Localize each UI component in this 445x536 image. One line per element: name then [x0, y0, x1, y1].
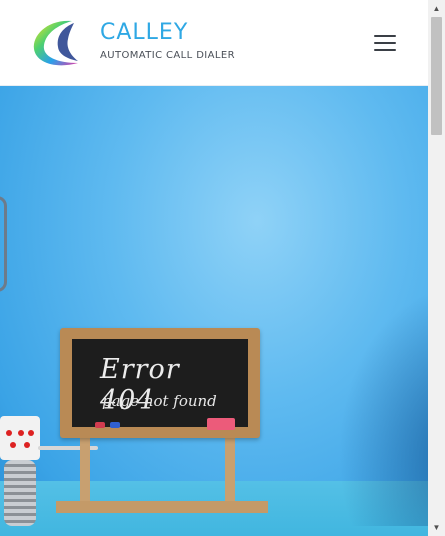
robot-rivet [28, 430, 34, 436]
chalk-piece [110, 422, 120, 428]
board-eraser [207, 418, 235, 430]
robot-rivet [6, 430, 12, 436]
wire-prop [0, 196, 7, 292]
robot-toy-head [0, 416, 40, 460]
hamburger-menu-icon[interactable] [370, 30, 400, 56]
menu-line [374, 42, 396, 44]
brand-name[interactable]: CALLEY [100, 20, 188, 45]
brand-tagline: AUTOMATIC CALL DIALER [100, 50, 235, 61]
error-404-hero-image: Error 404 page not found [0, 86, 428, 536]
chalk-piece [95, 422, 105, 428]
easel-crossbar [56, 501, 268, 513]
scroll-up-arrow-icon[interactable]: ▲ [428, 0, 445, 17]
menu-line [374, 35, 396, 37]
vertical-scrollbar[interactable]: ▲ ▼ [428, 0, 445, 536]
robot-rivet [18, 430, 24, 436]
menu-line [374, 49, 396, 51]
robot-toy-spring [4, 460, 36, 526]
easel-leg [80, 438, 90, 508]
robot-rivet [24, 442, 30, 448]
scrollbar-thumb[interactable] [431, 17, 442, 135]
easel-leg [225, 438, 235, 508]
scroll-down-arrow-icon[interactable]: ▼ [428, 519, 445, 536]
robot-rivet [10, 442, 16, 448]
error-subtitle: page not found [102, 392, 217, 410]
site-header: CALLEY AUTOMATIC CALL DIALER [0, 0, 428, 86]
hero-shadow [338, 286, 428, 526]
calley-logo-icon[interactable] [28, 17, 82, 69]
